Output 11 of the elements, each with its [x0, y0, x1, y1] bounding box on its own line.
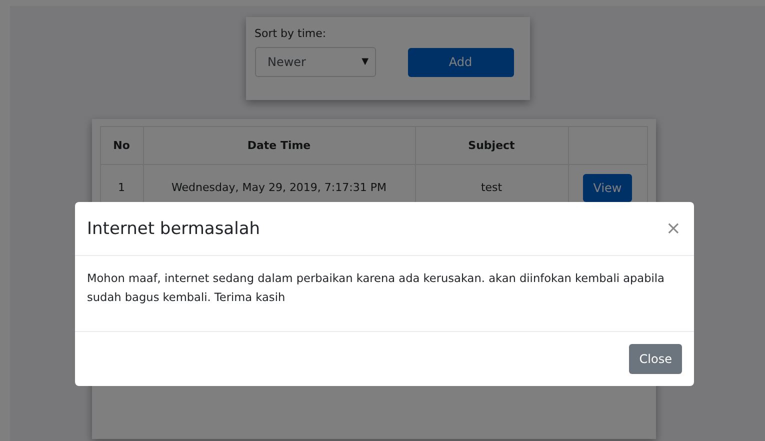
sort-label: Sort by time:: [254, 27, 328, 40]
modal-title: Internet bermasalah: [87, 218, 260, 238]
column-header: No: [100, 126, 143, 164]
view-button[interactable]: View: [583, 174, 632, 202]
dropdown-arrow-icon: ▼: [362, 57, 368, 67]
sort-select[interactable]: Newer ▼: [254, 47, 376, 77]
modal-message: Mohon maaf, internet sedang dalam perbaikan karena ada kerusakan. akan diinfokan kembali apabila sudah bagus kembali. Terima kasih: [87, 272, 664, 304]
column-header: Date Time: [143, 126, 415, 164]
column-header: Subject: [415, 126, 568, 164]
add-button[interactable]: Add: [408, 48, 514, 76]
close-button[interactable]: Close: [629, 344, 682, 374]
